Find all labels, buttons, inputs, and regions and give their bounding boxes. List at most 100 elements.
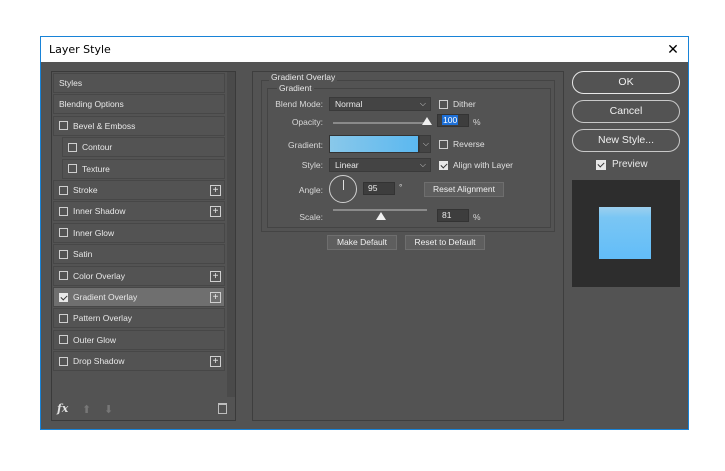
styles-item-gradient-overlay[interactable]: Gradient Overlay + xyxy=(53,287,225,307)
contour-checkbox[interactable] xyxy=(68,142,77,152)
scale-label: Scale: xyxy=(299,212,323,222)
close-icon[interactable]: ✕ xyxy=(664,40,682,58)
dither-label: Dither xyxy=(453,99,476,109)
reverse-label: Reverse xyxy=(453,139,485,149)
dither-checkbox[interactable]: Dither xyxy=(439,99,476,109)
inner-glow-checkbox[interactable] xyxy=(59,228,68,238)
plus-icon[interactable]: + xyxy=(210,206,221,218)
styles-item-label: Blending Options xyxy=(59,99,124,110)
texture-checkbox[interactable] xyxy=(68,164,77,174)
stroke-checkbox[interactable] xyxy=(59,185,68,195)
fx-icon[interactable]: fx xyxy=(57,402,68,415)
angle-unit: ° xyxy=(399,182,403,192)
styles-list: Styles Blending Options Bevel & Emboss Cont… xyxy=(52,72,226,397)
styles-item-label: Outer Glow xyxy=(73,334,116,345)
gradient-overlay-checkbox[interactable] xyxy=(59,292,68,302)
inner-shadow-checkbox[interactable] xyxy=(59,206,68,216)
plus-icon[interactable]: + xyxy=(210,292,221,303)
styles-item-outer-glow[interactable]: Outer Glow xyxy=(53,329,225,350)
make-default-button[interactable]: Make Default xyxy=(327,235,397,250)
outer-glow-checkbox[interactable] xyxy=(59,335,68,345)
styles-item-label: Bevel & Emboss xyxy=(73,120,136,131)
plus-icon[interactable]: + xyxy=(210,270,221,282)
color-overlay-checkbox[interactable] xyxy=(59,271,68,281)
styles-item-bevel-emboss[interactable]: Bevel & Emboss xyxy=(53,115,225,136)
opacity-label: Opacity: xyxy=(291,117,323,127)
styles-toolbar: fx ⬆ ⬇ xyxy=(52,400,235,420)
opacity-unit: % xyxy=(473,117,481,127)
align-box[interactable] xyxy=(439,160,448,170)
section-title: Gradient Overlay xyxy=(269,72,338,82)
preview-area xyxy=(572,180,680,287)
align-with-layer-checkbox[interactable]: Align with Layer xyxy=(439,160,513,170)
styles-item-label: Drop Shadow xyxy=(73,356,125,367)
move-up-icon: ⬆ xyxy=(82,404,92,416)
opacity-slider-thumb[interactable] xyxy=(422,117,432,125)
styles-scrollbar[interactable] xyxy=(227,72,235,397)
preview-checkbox[interactable]: Preview xyxy=(596,159,648,170)
preview-box[interactable] xyxy=(596,159,606,170)
styles-item-label: Inner Shadow xyxy=(73,206,126,217)
window-title: Layer Style xyxy=(49,43,111,56)
plus-icon[interactable]: + xyxy=(210,185,221,196)
cancel-button[interactable]: Cancel xyxy=(572,100,680,123)
styles-item-label: Gradient Overlay xyxy=(73,292,138,302)
chevron-down-icon: ⌵ xyxy=(419,99,426,108)
opacity-slider-track[interactable] xyxy=(333,122,427,124)
chevron-down-icon: ⌵ xyxy=(422,139,429,148)
ok-button[interactable]: OK xyxy=(572,71,680,94)
styles-item-color-overlay[interactable]: Color Overlay + xyxy=(53,265,225,286)
scale-unit: % xyxy=(473,212,481,222)
drop-shadow-checkbox[interactable] xyxy=(59,356,68,366)
scale-slider-track[interactable] xyxy=(333,209,427,211)
styles-item-contour[interactable]: Contour xyxy=(62,137,225,158)
pattern-overlay-checkbox[interactable] xyxy=(59,313,68,323)
styles-item-drop-shadow[interactable]: Drop Shadow + xyxy=(53,351,225,372)
styles-item-label: Contour xyxy=(82,142,113,153)
title-bar: Layer Style ✕ xyxy=(41,37,688,62)
angle-label: Angle: xyxy=(298,185,323,195)
bevel-emboss-checkbox[interactable] xyxy=(59,121,68,131)
styles-item-satin[interactable]: Satin xyxy=(53,244,225,265)
styles-item-blending-options[interactable]: Blending Options xyxy=(53,94,225,115)
blend-mode-value: Normal xyxy=(335,99,363,109)
trash-icon[interactable] xyxy=(218,403,227,414)
satin-checkbox[interactable] xyxy=(59,249,68,259)
gradient-label: Gradient: xyxy=(288,140,323,150)
styles-item-inner-glow[interactable]: Inner Glow xyxy=(53,222,225,243)
styles-item-label: Inner Glow xyxy=(73,227,115,238)
blend-mode-select[interactable]: Normal ⌵ xyxy=(329,97,431,111)
scale-value: 81 xyxy=(442,210,452,220)
styles-panel: Styles Blending Options Bevel & Emboss Cont… xyxy=(51,71,236,421)
reverse-box[interactable] xyxy=(439,139,448,149)
reverse-checkbox[interactable]: Reverse xyxy=(439,139,485,149)
reset-to-default-button[interactable]: Reset to Default xyxy=(405,235,485,250)
styles-item-pattern-overlay[interactable]: Pattern Overlay xyxy=(53,308,225,329)
style-select[interactable]: Linear ⌵ xyxy=(329,158,431,172)
plus-icon[interactable]: + xyxy=(210,356,221,368)
chevron-down-icon: ⌵ xyxy=(419,160,426,169)
scale-input[interactable]: 81 xyxy=(437,209,469,222)
opacity-input[interactable]: 100 xyxy=(437,114,469,127)
new-style-button[interactable]: New Style... xyxy=(572,129,680,152)
gradient-overlay-panel: Gradient Overlay Gradient Blend Mode: No… xyxy=(252,71,564,421)
reset-alignment-button[interactable]: Reset Alignment xyxy=(424,182,504,197)
gradient-picker-button[interactable]: ⌵ xyxy=(419,135,431,153)
preview-swatch xyxy=(599,207,651,259)
styles-item-stroke[interactable]: Stroke + xyxy=(53,180,225,200)
align-label: Align with Layer xyxy=(453,160,514,170)
gradient-swatch[interactable] xyxy=(329,135,419,153)
preview-label: Preview xyxy=(612,159,648,170)
style-value: Linear xyxy=(335,160,359,170)
styles-item-texture[interactable]: Texture xyxy=(62,158,225,179)
layer-style-dialog: Layer Style ✕ Styles Blending Options Beve… xyxy=(40,36,689,430)
styles-item-inner-shadow[interactable]: Inner Shadow + xyxy=(53,201,225,222)
angle-dial[interactable] xyxy=(329,175,357,203)
blend-mode-label: Blend Mode: xyxy=(275,99,323,109)
scale-slider-thumb[interactable] xyxy=(375,212,386,220)
styles-item-styles[interactable]: Styles xyxy=(53,73,225,93)
styles-item-label: Texture xyxy=(82,163,110,174)
dither-box[interactable] xyxy=(439,99,448,109)
styles-item-label: Stroke xyxy=(73,185,98,195)
angle-input[interactable]: 95 xyxy=(363,182,395,195)
